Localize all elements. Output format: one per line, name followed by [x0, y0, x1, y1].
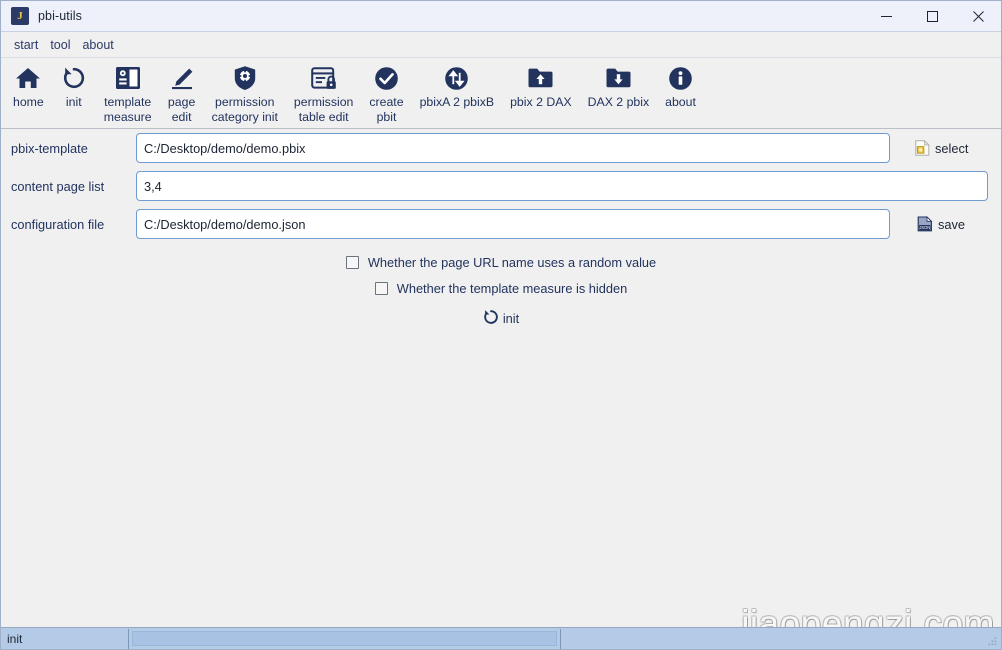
- save-button[interactable]: JSON save: [917, 216, 965, 232]
- checkbox-row-random-url: Whether the page URL name uses a random …: [1, 249, 1001, 275]
- info-circle-icon: [668, 64, 693, 92]
- close-icon: [972, 10, 984, 22]
- toolbar-label-home: home: [13, 95, 44, 109]
- home-icon: [15, 64, 41, 92]
- label-content-page-list: content page list: [11, 178, 105, 194]
- app-icon: J: [11, 7, 29, 25]
- toolbar-button-page-edit[interactable]: page edit: [160, 58, 204, 124]
- toolbar-button-home[interactable]: home: [5, 58, 52, 110]
- toolbar-button-template-measure[interactable]: template measure: [96, 58, 160, 124]
- toolbar-label-pbix-2-dax: pbix 2 DAX: [510, 95, 572, 109]
- window-title: pbi-utils: [38, 9, 82, 23]
- save-button-label: save: [938, 216, 966, 232]
- toolbar-label-permission-table-edit: permission table edit: [293, 95, 354, 124]
- status-progress-bar: [132, 631, 557, 646]
- configuration-file-input[interactable]: [136, 209, 890, 239]
- title-bar: J pbi-utils: [1, 1, 1001, 32]
- toolbar-button-init[interactable]: init: [52, 58, 96, 110]
- json-save-icon: JSON: [917, 216, 933, 232]
- toolbar-label-pbixa-2-pbixb: pbixA 2 pbixB: [419, 95, 495, 109]
- toolbar-label-template-measure: template measure: [103, 95, 152, 124]
- toolbar-button-permission-table-edit[interactable]: permission table edit: [286, 58, 361, 124]
- rotate-ccw-icon: [62, 64, 86, 92]
- checkbox-row-hide-measure: Whether the template measure is hidden: [1, 275, 1001, 301]
- toolbar-button-pbix-2-dax[interactable]: pbix 2 DAX: [502, 58, 580, 110]
- toolbar-button-permission-category-init[interactable]: permission category init: [204, 58, 286, 124]
- svg-text:JSON: JSON: [919, 225, 930, 230]
- maximize-icon: [926, 10, 938, 22]
- window-controls: [863, 1, 1001, 31]
- label-pbix-template: pbix-template: [11, 140, 88, 156]
- status-divider-1: [128, 628, 129, 649]
- menu-item-tool[interactable]: tool: [44, 36, 76, 54]
- toolbar-button-pbixa-2-pbixb[interactable]: pbixA 2 pbixB: [412, 58, 503, 110]
- table-lock-icon: [310, 64, 337, 92]
- application-window: J pbi-utils start tool about home init t…: [0, 0, 1002, 650]
- init-submit-button[interactable]: init: [483, 309, 519, 328]
- form-row-content-page-list: content page list: [1, 167, 1001, 205]
- app-icon-letter: J: [17, 10, 23, 22]
- form-row-configuration-file: configuration file JSON save: [1, 205, 1001, 243]
- toolbar-label-about: about: [665, 95, 696, 109]
- status-message: init: [7, 631, 23, 646]
- label-configuration-file: configuration file: [11, 216, 105, 232]
- shield-gear-icon: [233, 64, 257, 92]
- toolbar: home init template measure page edit per…: [1, 58, 1001, 129]
- select-button[interactable]: select: [915, 140, 968, 156]
- submit-row: init: [1, 309, 1001, 328]
- status-bar: init: [1, 627, 1001, 649]
- menu-bar: start tool about: [1, 32, 1001, 58]
- folder-up-icon: [527, 64, 554, 92]
- toolbar-label-dax-2-pbix: DAX 2 pbix: [587, 95, 650, 109]
- toolbar-label-permission-category-init: permission category init: [211, 95, 278, 124]
- close-button[interactable]: [955, 1, 1001, 31]
- checkbox-label-random-url: Whether the page URL name uses a random …: [367, 254, 657, 270]
- status-extra: [561, 629, 1001, 649]
- form-row-pbix-template: pbix-template select: [1, 129, 1001, 167]
- toolbar-button-create-pbit[interactable]: create pbit: [361, 58, 411, 124]
- menu-item-about[interactable]: about: [76, 36, 119, 54]
- init-submit-label: init: [502, 311, 520, 326]
- folder-down-icon: [605, 64, 632, 92]
- select-button-label: select: [935, 140, 969, 156]
- toolbar-label-create-pbit: create pbit: [369, 95, 404, 124]
- checkbox-label-hide-measure: Whether the template measure is hidden: [396, 280, 628, 296]
- checkbox-random-url[interactable]: [345, 255, 359, 269]
- toolbar-button-dax-2-pbix[interactable]: DAX 2 pbix: [580, 58, 658, 110]
- menu-item-start[interactable]: start: [8, 36, 44, 54]
- toolbar-label-init: init: [65, 95, 82, 109]
- check-circle-icon: [374, 64, 399, 92]
- maximize-button[interactable]: [909, 1, 955, 31]
- file-select-icon: [915, 140, 930, 156]
- content-page-list-input[interactable]: [136, 171, 988, 201]
- minimize-button[interactable]: [863, 1, 909, 31]
- swap-circle-icon: [444, 64, 469, 92]
- minimize-icon: [880, 15, 892, 17]
- pencil-edit-icon: [169, 64, 195, 92]
- resize-grip-icon[interactable]: [986, 635, 998, 647]
- pbix-template-input[interactable]: [136, 133, 890, 163]
- template-measure-icon: [115, 64, 141, 92]
- form-area: pbix-template select content page list: [1, 129, 1001, 328]
- toolbar-button-about[interactable]: about: [657, 58, 704, 110]
- toolbar-label-page-edit: page edit: [167, 95, 196, 124]
- checkbox-hide-measure[interactable]: [374, 281, 388, 295]
- rotate-ccw-icon: [483, 309, 499, 328]
